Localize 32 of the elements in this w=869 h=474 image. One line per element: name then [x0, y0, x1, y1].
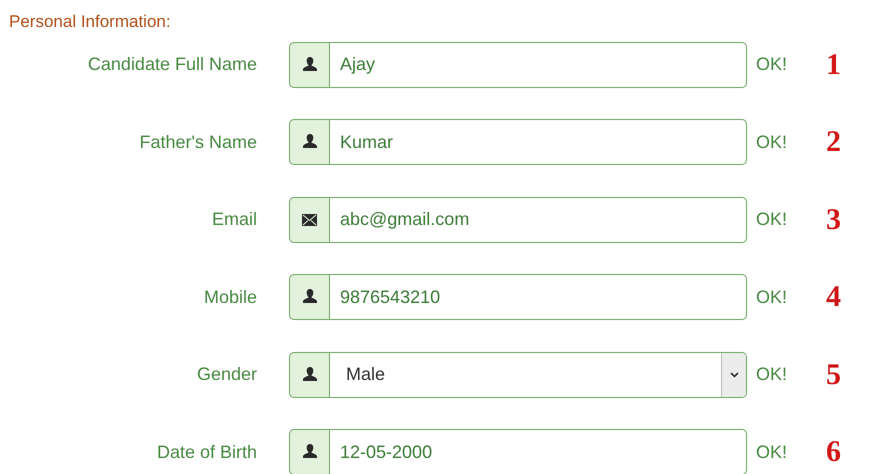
field-label: Date of Birth [156, 442, 257, 463]
field-label: Father's Name [138, 132, 257, 153]
step-number: 1 [826, 48, 841, 82]
status-text: OK! [756, 442, 788, 463]
field-label: Mobile [202, 286, 257, 308]
person-icon [302, 444, 316, 460]
step-number: 5 [826, 358, 841, 392]
person-icon [302, 289, 316, 306]
person-icon [302, 56, 316, 73]
dropdown-field[interactable]: Male [329, 352, 747, 398]
status-text: OK! [756, 54, 788, 76]
person-icon [302, 366, 316, 383]
input-field[interactable]: abc@gmail.com [329, 196, 747, 243]
section-title: Personal Information: [9, 12, 172, 33]
person-icon [302, 134, 316, 150]
step-number: 4 [826, 280, 841, 314]
input-field[interactable]: 12-05-2000 [329, 429, 747, 474]
status-text: OK! [756, 209, 788, 230]
field-label: Candidate Full Name [86, 54, 257, 76]
field-label: Email [210, 209, 257, 230]
status-text: OK! [756, 286, 788, 308]
step-number: 2 [826, 125, 841, 160]
chevron-down-icon [730, 372, 738, 378]
input-field[interactable]: Ajay [329, 42, 747, 88]
envelope-icon [302, 214, 317, 226]
step-number: 3 [826, 202, 841, 237]
input-field[interactable]: 9876543210 [329, 274, 747, 320]
input-field[interactable]: Kumar [329, 119, 747, 166]
status-text: OK! [756, 132, 788, 153]
step-number: 6 [826, 435, 841, 470]
status-text: OK! [756, 364, 788, 386]
field-label: Gender [196, 364, 257, 386]
